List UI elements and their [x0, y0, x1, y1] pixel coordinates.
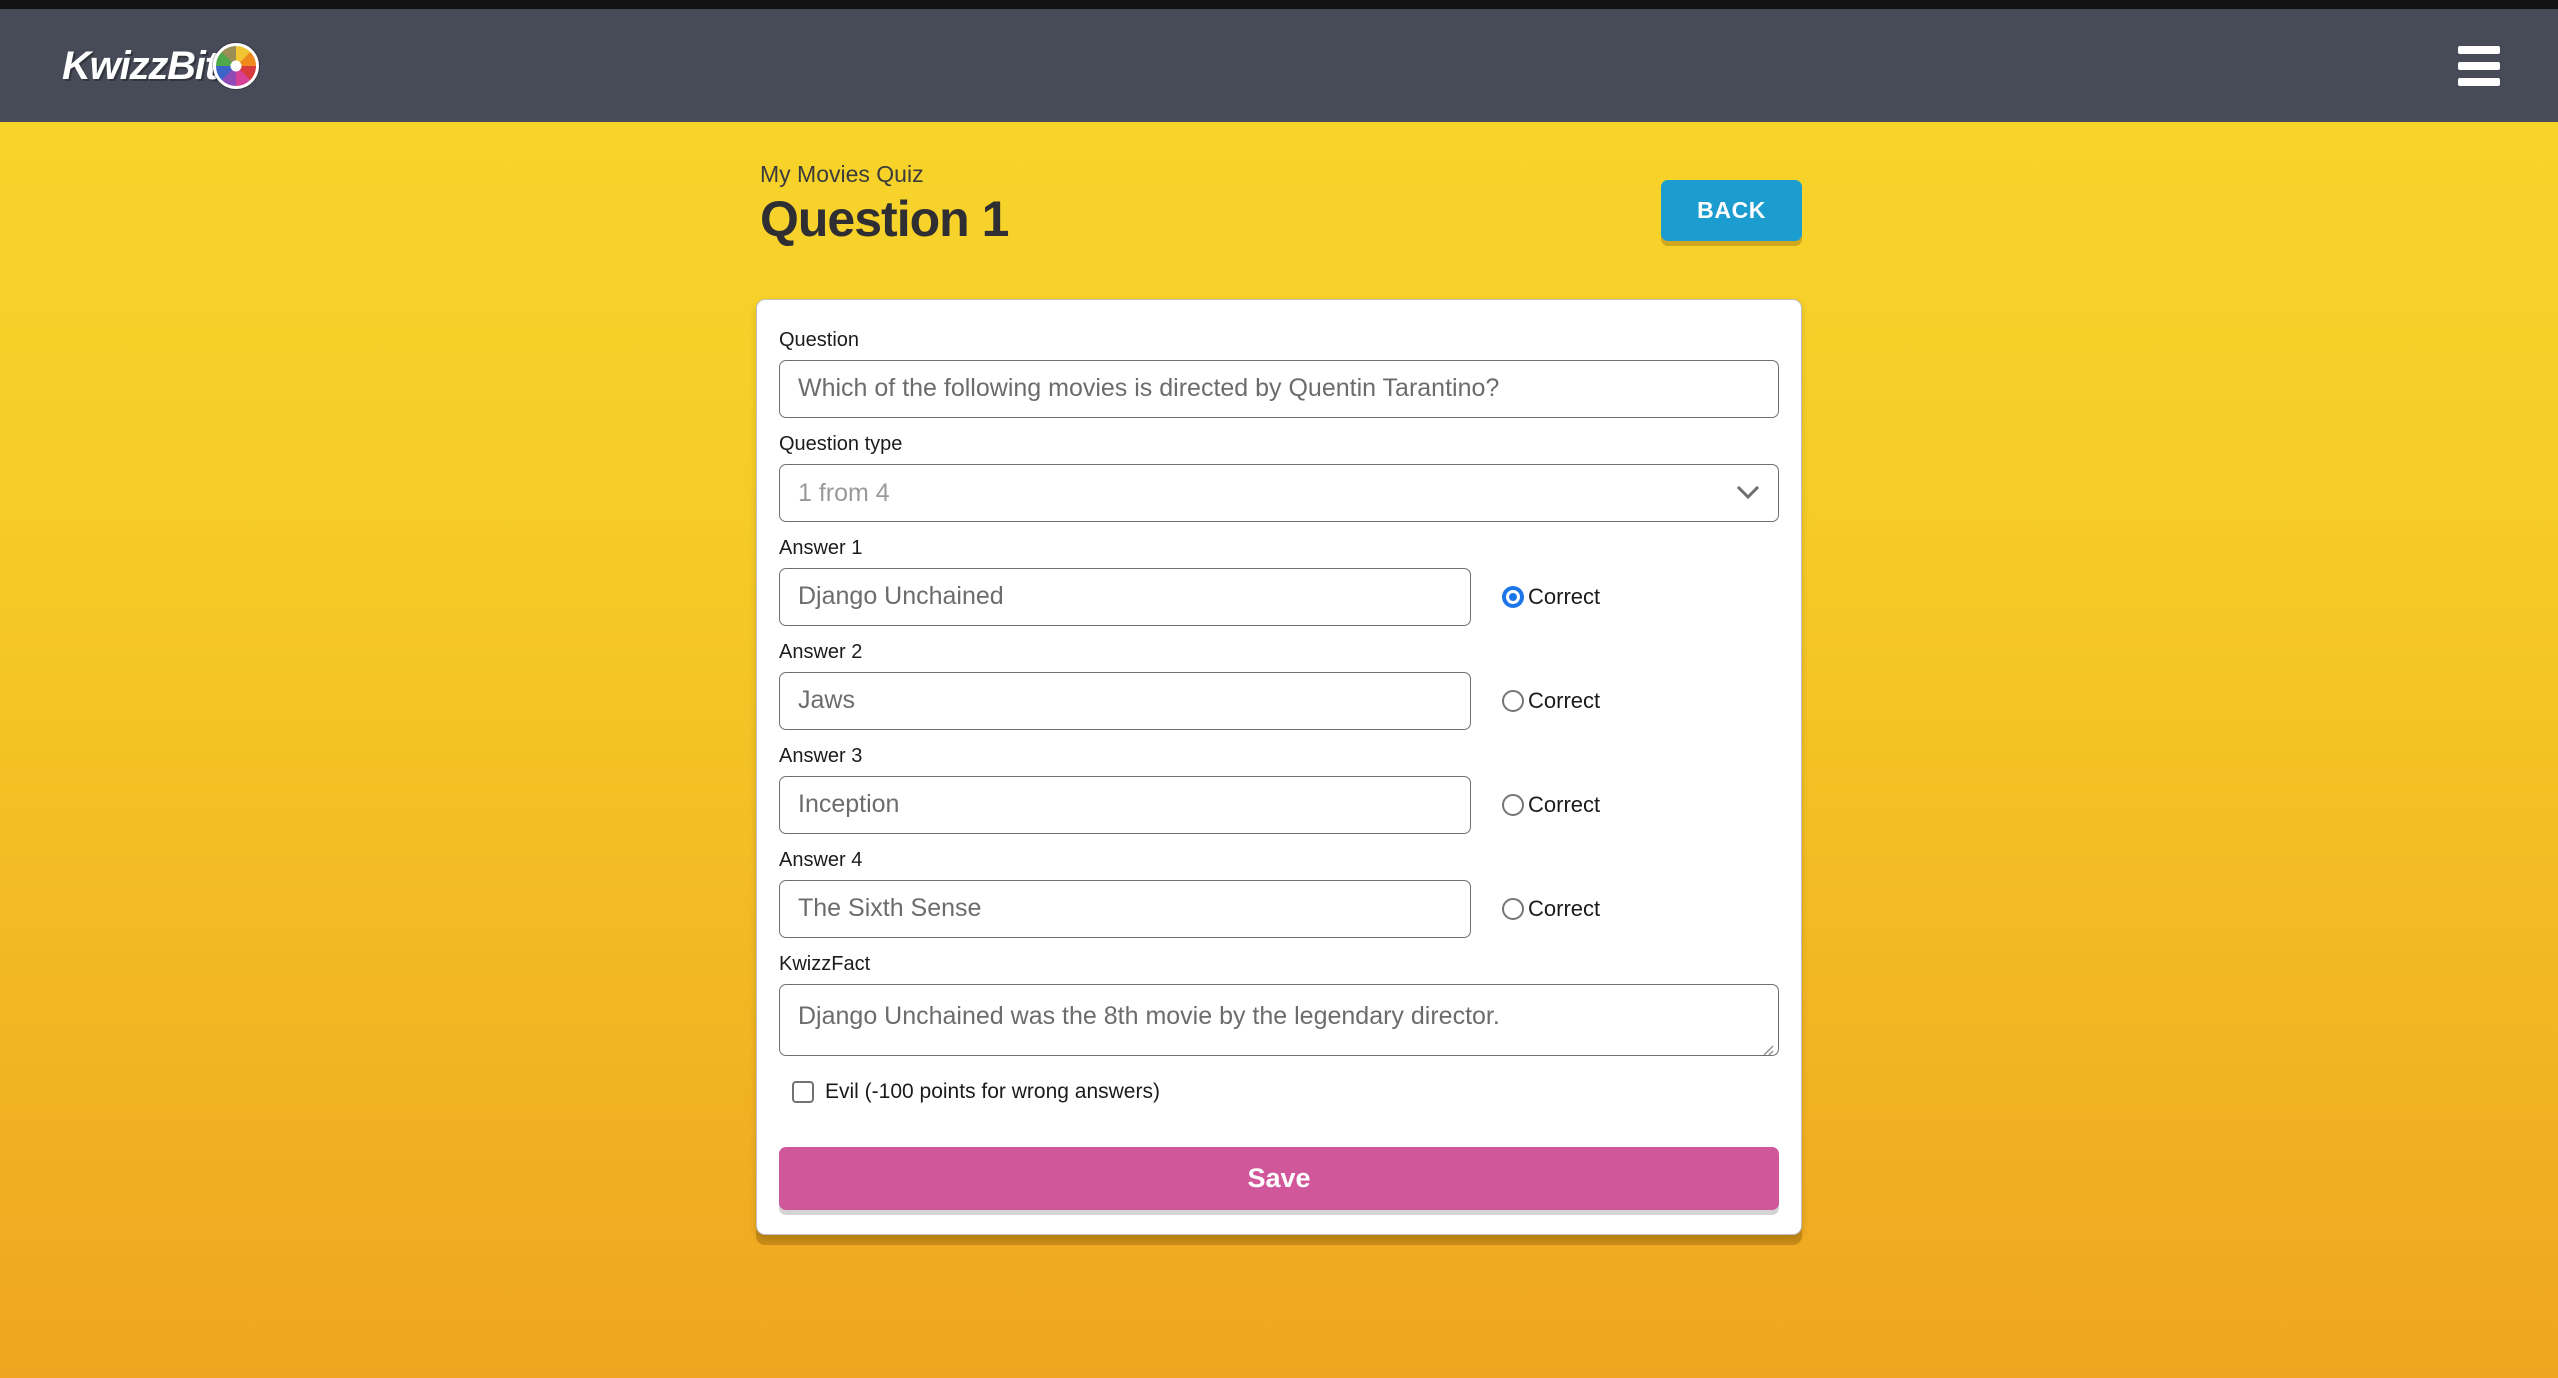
hamburger-bar [2458, 77, 2500, 86]
answer-3-label: Answer 3 [779, 744, 863, 767]
answer-1-field-block: Answer 1 Correct [779, 534, 1779, 626]
evil-checkbox[interactable] [792, 1080, 814, 1103]
hamburger-bar [2458, 45, 2500, 54]
hamburger-bar [2458, 61, 2500, 70]
question-input[interactable] [779, 359, 1779, 418]
answer-4-label: Answer 4 [779, 848, 863, 871]
evil-checkbox-row[interactable]: Evil (-100 points for wrong answers) [792, 1080, 1779, 1104]
question-field-block: Question [779, 326, 1779, 418]
save-button[interactable]: Save [779, 1146, 1779, 1210]
answer-2-correct-label: Correct [1528, 687, 1601, 713]
answer-2-row: Correct [779, 671, 1779, 730]
answer-2-correct-toggle[interactable]: Correct [1502, 688, 1600, 714]
page-container: My Movies Quiz Question 1 BACK Question … [756, 122, 1802, 1235]
evil-checkbox-label: Evil (-100 points for wrong answers) [825, 1079, 1160, 1103]
answer-3-row: Correct [779, 775, 1779, 834]
radio-button-icon[interactable] [1502, 793, 1524, 816]
answer-3-input[interactable] [779, 775, 1471, 834]
top-accent-strip [0, 0, 2558, 9]
answer-4-correct-toggle[interactable]: Correct [1502, 896, 1600, 922]
answer-4-field-block: Answer 4 Correct [779, 846, 1779, 938]
logo-text: KwizzBit [62, 43, 218, 88]
answer-4-row: Correct [779, 879, 1779, 938]
answer-4-correct-label: Correct [1528, 895, 1601, 921]
kwizzfact-field-block: KwizzFact Django Unchained was the 8th m… [779, 950, 1779, 1061]
answer-3-field-block: Answer 3 Correct [779, 742, 1779, 834]
question-form-card: Question Question type 1 from 4 Answer 1 [756, 298, 1802, 1235]
answer-1-correct-label: Correct [1528, 583, 1601, 609]
radio-button-icon[interactable] [1502, 897, 1524, 920]
question-type-select[interactable]: 1 from 4 [779, 463, 1779, 522]
app-header: KwizzBit [0, 9, 2558, 122]
answer-1-correct-toggle[interactable]: Correct [1502, 584, 1600, 610]
answer-1-row: Correct [779, 567, 1779, 626]
back-button[interactable]: BACK [1661, 180, 1802, 241]
radio-button-selected-icon[interactable] [1502, 585, 1524, 608]
breadcrumb: My Movies Quiz [760, 161, 924, 187]
quiz-wheel-icon [212, 42, 259, 89]
answer-1-label: Answer 1 [779, 536, 863, 559]
question-type-label: Question type [779, 432, 903, 455]
page-title: Question 1 [760, 191, 1009, 248]
answer-2-input[interactable] [779, 671, 1471, 730]
answer-3-correct-toggle[interactable]: Correct [1502, 792, 1600, 818]
page-heading-group: My Movies Quiz Question 1 [760, 161, 1009, 248]
answer-3-correct-label: Correct [1528, 791, 1601, 817]
question-type-field-block: Question type 1 from 4 [779, 430, 1779, 522]
radio-button-icon[interactable] [1502, 689, 1524, 712]
answer-1-input[interactable] [779, 567, 1471, 626]
answer-2-label: Answer 2 [779, 640, 863, 663]
answer-2-field-block: Answer 2 Correct [779, 638, 1779, 730]
page-header: My Movies Quiz Question 1 BACK [756, 161, 1802, 248]
hamburger-menu-icon[interactable] [2458, 40, 2500, 92]
app-logo[interactable]: KwizzBit [62, 42, 259, 89]
answer-4-input[interactable] [779, 879, 1471, 938]
question-label: Question [779, 328, 860, 351]
kwizzfact-label: KwizzFact [779, 952, 871, 975]
kwizzfact-textarea[interactable]: Django Unchained was the 8th movie by th… [779, 983, 1779, 1056]
